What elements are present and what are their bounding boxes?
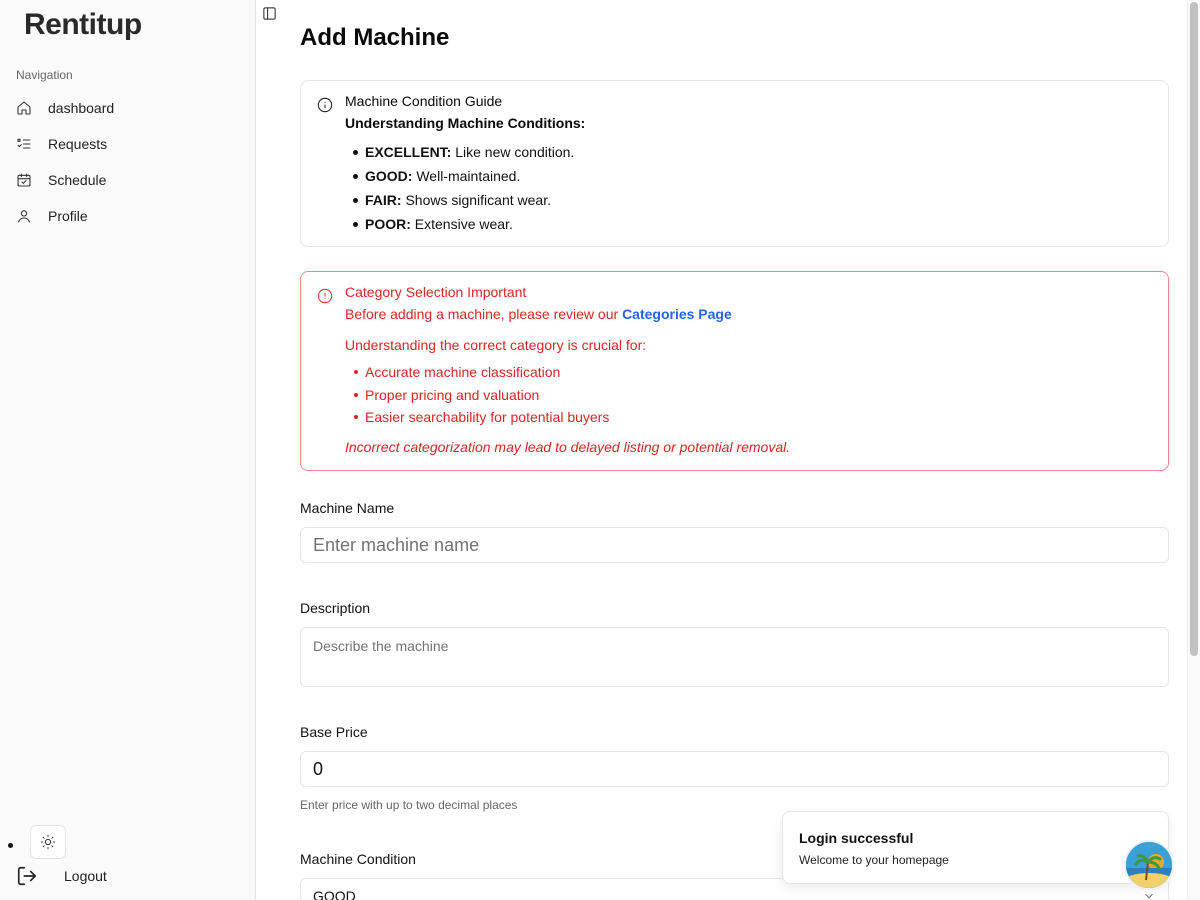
condition-term: EXCELLENT: bbox=[365, 144, 452, 160]
condition-desc: Shows significant wear. bbox=[401, 192, 551, 208]
price-helper-text: Enter price with up to two decimal place… bbox=[300, 798, 518, 812]
list-item: POOR: Extensive wear. bbox=[351, 215, 574, 239]
alert-subheading: Understanding the correct category is cr… bbox=[345, 337, 647, 353]
nav-caption: Navigation bbox=[16, 68, 73, 82]
guide-subtitle: Understanding Machine Conditions: bbox=[345, 115, 586, 131]
sidebar-nav: dashboard Requests Schedule Profile bbox=[8, 90, 248, 234]
list-item: GOOD: Well-maintained. bbox=[351, 167, 574, 191]
sidebar-item-profile[interactable]: Profile bbox=[8, 198, 248, 234]
list-item: FAIR: Shows significant wear. bbox=[351, 191, 574, 215]
logout-icon bbox=[17, 866, 37, 886]
beach-avatar-icon bbox=[1126, 842, 1172, 888]
machine-name-label: Machine Name bbox=[300, 500, 395, 516]
machine-name-input[interactable] bbox=[300, 527, 1169, 563]
alert-title: Category Selection Important bbox=[345, 284, 527, 300]
logout-button[interactable]: Logout bbox=[16, 862, 107, 890]
list-item: Accurate machine classification bbox=[353, 363, 609, 386]
sidebar: Rentitup Navigation dashboard Requests S… bbox=[0, 0, 256, 900]
list-icon bbox=[16, 136, 32, 152]
description-textarea[interactable] bbox=[300, 627, 1169, 687]
user-icon bbox=[16, 208, 32, 224]
base-price-input[interactable] bbox=[300, 751, 1169, 787]
brand-logo[interactable]: Rentitup bbox=[24, 8, 142, 42]
list-bullet bbox=[8, 843, 13, 848]
select-value: GOOD bbox=[313, 888, 356, 900]
alert-circle-icon bbox=[317, 288, 333, 309]
sidebar-item-label: Requests bbox=[48, 136, 108, 152]
base-price-label: Base Price bbox=[300, 724, 368, 740]
panel-left-icon bbox=[263, 7, 276, 20]
info-icon bbox=[317, 97, 333, 118]
categories-page-link[interactable]: Categories Page bbox=[622, 306, 732, 322]
guide-title: Machine Condition Guide bbox=[345, 93, 503, 109]
login-toast[interactable]: Login successful Welcome to your homepag… bbox=[782, 811, 1169, 884]
category-alert-card: Category Selection Important Before addi… bbox=[300, 271, 1169, 471]
machine-condition-label: Machine Condition bbox=[300, 851, 416, 867]
toast-body: Welcome to your homepage bbox=[799, 853, 949, 867]
sun-icon bbox=[40, 834, 56, 850]
toast-title: Login successful bbox=[799, 830, 914, 846]
calendar-icon bbox=[16, 172, 32, 188]
sidebar-item-label: Schedule bbox=[48, 172, 107, 188]
page-title: Add Machine bbox=[300, 24, 450, 51]
description-label: Description bbox=[300, 600, 371, 616]
alert-text: Before adding a machine, please review o… bbox=[345, 306, 623, 322]
theme-toggle-button[interactable] bbox=[30, 825, 66, 859]
condition-desc: Extensive wear. bbox=[410, 216, 513, 232]
sidebar-item-requests[interactable]: Requests bbox=[8, 126, 248, 162]
condition-desc: Well-maintained. bbox=[412, 168, 521, 184]
avatar[interactable] bbox=[1124, 840, 1174, 890]
sidebar-item-schedule[interactable]: Schedule bbox=[8, 162, 248, 198]
condition-term: GOOD: bbox=[365, 168, 413, 184]
scrollbar-thumb[interactable] bbox=[1190, 2, 1198, 656]
sidebar-item-label: dashboard bbox=[48, 100, 115, 116]
condition-list: EXCELLENT: Like new condition. GOOD: Wel… bbox=[351, 143, 574, 239]
alert-note: Incorrect categorization may lead to del… bbox=[345, 439, 791, 455]
condition-desc: Like new condition. bbox=[451, 144, 575, 160]
home-icon bbox=[16, 100, 32, 116]
alert-description: Before adding a machine, please review o… bbox=[345, 306, 732, 322]
sidebar-item-label: Profile bbox=[48, 208, 88, 224]
list-item: Proper pricing and valuation bbox=[353, 386, 609, 409]
vertical-scrollbar[interactable] bbox=[1187, 0, 1200, 900]
logout-label: Logout bbox=[64, 868, 107, 884]
sidebar-item-dashboard[interactable]: dashboard bbox=[8, 90, 248, 126]
condition-guide-card: Machine Condition Guide Understanding Ma… bbox=[300, 80, 1169, 247]
sidebar-toggle-button[interactable] bbox=[262, 6, 278, 22]
list-item: Easier searchability for potential buyer… bbox=[353, 408, 609, 431]
condition-term: FAIR: bbox=[365, 192, 402, 208]
list-item: EXCELLENT: Like new condition. bbox=[351, 143, 574, 167]
condition-term: POOR: bbox=[365, 216, 411, 232]
alert-list: Accurate machine classification Proper p… bbox=[353, 363, 609, 431]
chevron-down-icon bbox=[1142, 889, 1156, 900]
